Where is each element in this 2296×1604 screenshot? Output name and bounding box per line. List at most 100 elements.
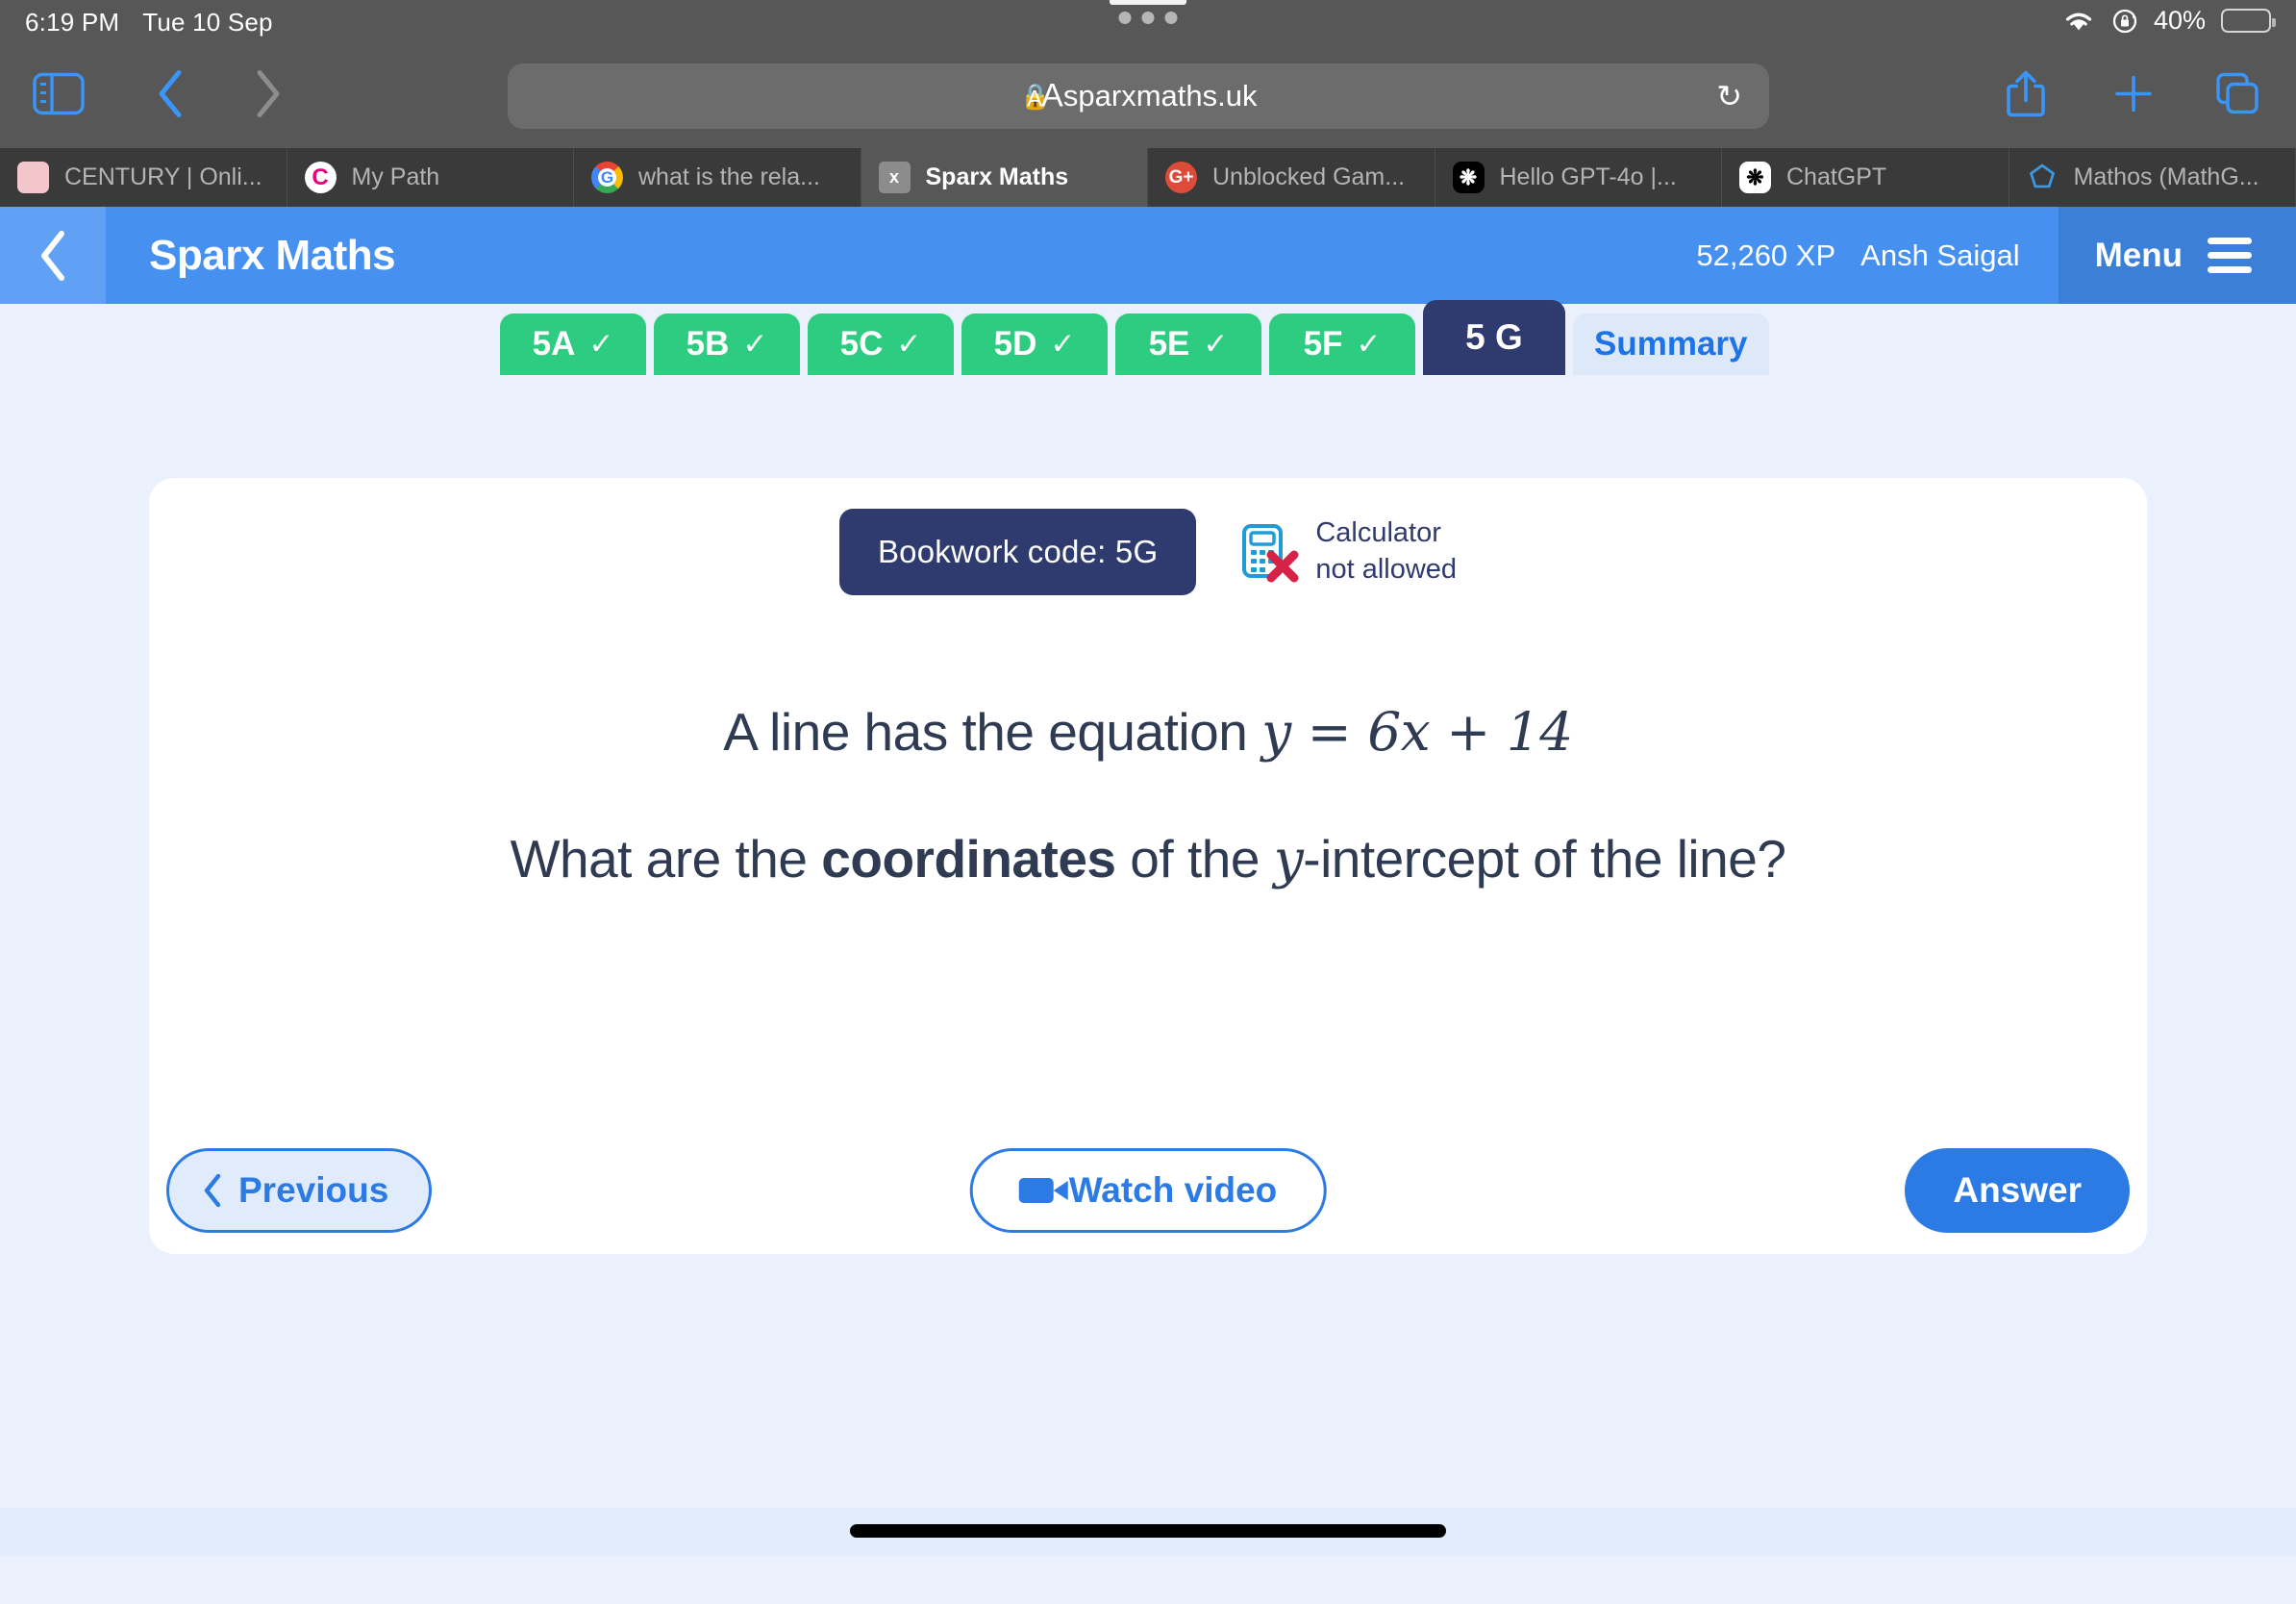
module-tab-5g-active[interactable]: 5 G — [1423, 300, 1565, 375]
browser-tab[interactable]: G+ Unblocked Gam... — [1148, 148, 1435, 207]
watch-video-label: Watch video — [1068, 1170, 1278, 1210]
url-bar[interactable]: AA 🔒 sparxmaths.uk ↻ — [508, 63, 1769, 129]
module-tab-5d[interactable]: 5D ✓ — [961, 313, 1108, 375]
module-tab-summary[interactable]: Summary — [1573, 313, 1769, 375]
module-tab-label: 5D — [993, 325, 1037, 363]
browser-tab[interactable]: ⬠ Mathos (MathG... — [2009, 148, 2296, 207]
check-icon: ✓ — [588, 327, 614, 361]
question-line-1: A line has the equation y = 6x + 14 — [149, 701, 2147, 763]
google-favicon: G — [591, 162, 623, 193]
browser-tab-strip: CENTURY | Onli... C My Path G what is th… — [0, 148, 2296, 207]
sidebar-icon[interactable] — [33, 72, 85, 120]
century-favicon — [17, 162, 49, 193]
wifi-icon — [2065, 13, 2092, 30]
share-icon[interactable] — [2005, 69, 2047, 124]
openai-dark-favicon: ❋ — [1452, 162, 1485, 193]
question-line-2-part-1: What are the — [510, 829, 822, 889]
browser-tab-label: what is the rela... — [638, 163, 820, 190]
menu-button[interactable]: Menu — [2058, 207, 2296, 304]
previous-button[interactable]: Previous — [166, 1148, 433, 1233]
mathos-favicon: ⬠ — [2029, 162, 2056, 193]
page-title: Sparx Maths — [149, 231, 396, 279]
question-line-2-part-2: of the — [1115, 829, 1274, 889]
mypath-favicon: C — [304, 162, 337, 193]
bookwork-code-badge: Bookwork code: 5G — [838, 509, 1197, 595]
module-tab-label: 5C — [839, 325, 884, 363]
openai-light-favicon: ❋ — [1739, 162, 1771, 193]
status-bar: 6:19 PM Tue 10 Sep 40% — [0, 0, 2296, 44]
browser-tab[interactable]: CENTURY | Onli... — [0, 148, 287, 207]
home-indicator[interactable] — [850, 1524, 1446, 1538]
equation-equals: = — [1290, 701, 1368, 763]
status-time: 6:19 PM — [25, 8, 120, 37]
answer-button-label: Answer — [1953, 1170, 2082, 1210]
module-tab-5b[interactable]: 5B ✓ — [654, 313, 800, 375]
calculator-status: Calculator not allowed — [1236, 515, 1457, 588]
calculator-not-allowed-icon — [1242, 524, 1299, 583]
home-indicator-area — [0, 1508, 2296, 1556]
question-body: A line has the equation y = 6x + 14 What… — [149, 701, 2147, 890]
question-line-2-part-3: -intercept of the line? — [1303, 829, 1786, 889]
menu-label: Menu — [2094, 236, 2183, 274]
hamburger-icon — [2208, 238, 2252, 273]
browser-tab-label: Unblocked Gam... — [1212, 163, 1406, 190]
calculator-line-2: not allowed — [1315, 554, 1458, 585]
notch-bar — [1110, 0, 1186, 5]
user-name: Ansh Saigal — [1860, 238, 2020, 272]
url-text: sparxmaths.uk — [1062, 79, 1258, 113]
browser-tab-active[interactable]: x Sparx Maths — [861, 148, 1148, 207]
chevron-left-icon — [41, 230, 64, 281]
question-line-2: What are the coordinates of the y-interc… — [149, 828, 2147, 890]
sparx-favicon: x — [878, 162, 911, 193]
question-line-2-variable-y: y — [1273, 828, 1304, 890]
module-tab-label: 5B — [686, 325, 730, 363]
reload-icon[interactable]: ↻ — [1716, 78, 1742, 114]
page-content: Sparx Maths 52,260 XP Ansh Saigal Menu 5… — [0, 207, 2296, 1556]
app-back-button[interactable] — [0, 207, 106, 304]
card-header: Bookwork code: 5G Calculator not allowed — [149, 478, 2147, 595]
browser-tab[interactable]: G what is the rela... — [574, 148, 861, 207]
module-tab-label: 5A — [532, 325, 576, 363]
status-date: Tue 10 Sep — [142, 8, 273, 37]
multitasking-handle[interactable] — [1118, 12, 1178, 24]
app-header: Sparx Maths 52,260 XP Ansh Saigal Menu — [0, 207, 2296, 304]
check-icon: ✓ — [896, 327, 922, 361]
previous-button-label: Previous — [238, 1170, 389, 1210]
question-line-2-emphasis: coordinates — [821, 829, 1116, 889]
module-tab-bar: 5A ✓ 5B ✓ 5C ✓ 5D ✓ 5E ✓ 5F ✓ 5 G Summar… — [0, 300, 2296, 375]
check-icon: ✓ — [1050, 327, 1076, 361]
browser-tab-label: My Path — [351, 163, 440, 190]
equation-right-hand-side: 6x + 14 — [1367, 701, 1573, 763]
module-tab-5c[interactable]: 5C ✓ — [808, 313, 954, 375]
app-header-right: 52,260 XP Ansh Saigal Menu — [1696, 207, 2296, 304]
module-tab-label: 5 G — [1465, 317, 1523, 357]
text-size-button[interactable]: AA — [1027, 78, 1063, 115]
watch-video-button[interactable]: Watch video — [969, 1148, 1327, 1233]
ipad-browser-chrome: 6:19 PM Tue 10 Sep 40% AA 🔒 sparxmaths.u… — [0, 0, 2296, 207]
answer-button[interactable]: Answer — [1905, 1148, 2130, 1233]
browser-forward-icon — [252, 69, 285, 124]
check-icon: ✓ — [1356, 327, 1382, 361]
calculator-line-1: Calculator — [1315, 517, 1441, 549]
video-camera-icon — [1018, 1178, 1068, 1203]
browser-tab-label: CENTURY | Onli... — [64, 163, 262, 190]
module-tab-5e[interactable]: 5E ✓ — [1115, 313, 1261, 375]
browser-tab-label: Mathos (MathG... — [2073, 163, 2259, 190]
calculator-status-text: Calculator not allowed — [1315, 515, 1457, 588]
tabs-overview-icon[interactable] — [2213, 70, 2261, 123]
rotation-lock-icon — [2112, 9, 2137, 33]
question-card: Bookwork code: 5G Calculator not allowed — [149, 478, 2147, 1254]
chevron-left-icon — [204, 1173, 221, 1208]
browser-tab[interactable]: ❋ ChatGPT — [1722, 148, 2009, 207]
equation-variable-y: y — [1261, 701, 1291, 763]
module-tab-label: 5F — [1303, 325, 1343, 363]
module-tab-5a[interactable]: 5A ✓ — [500, 313, 646, 375]
browser-back-icon[interactable] — [154, 69, 187, 124]
browser-tab[interactable]: C My Path — [287, 148, 574, 207]
card-footer: Previous Watch video Answer — [149, 1127, 2147, 1254]
question-line-1-text: A line has the equation — [723, 702, 1262, 762]
new-tab-icon[interactable] — [2111, 72, 2156, 121]
module-tab-5f[interactable]: 5F ✓ — [1269, 313, 1415, 375]
browser-tab[interactable]: ❋ Hello GPT-4o |... — [1435, 148, 1722, 207]
status-bar-left: 6:19 PM Tue 10 Sep — [25, 8, 273, 38]
